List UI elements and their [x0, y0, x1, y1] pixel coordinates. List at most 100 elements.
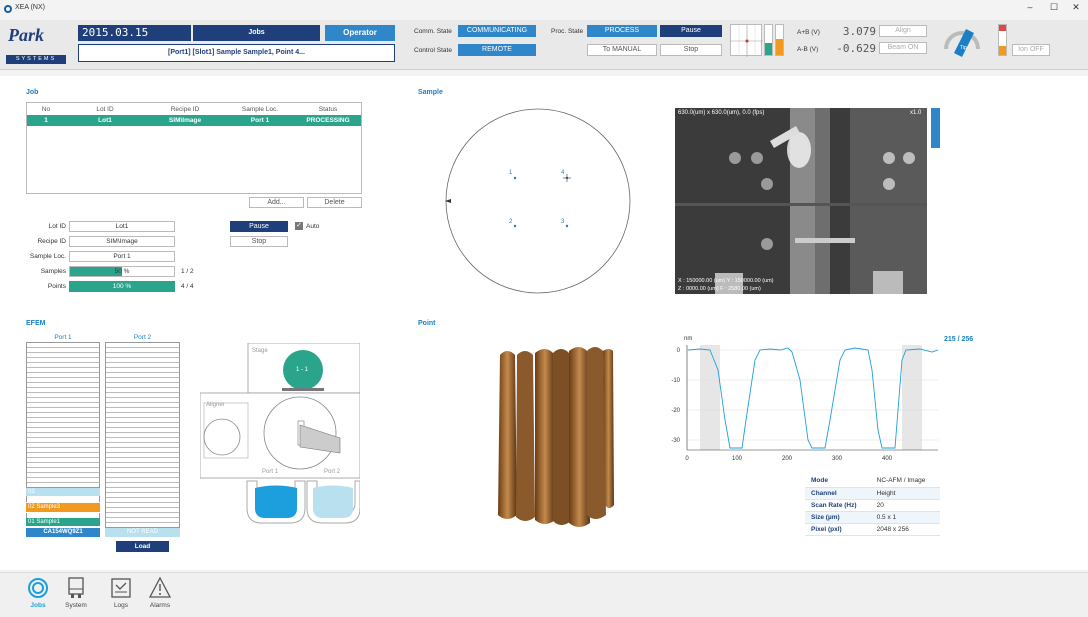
nav-logs[interactable]: Logs: [103, 577, 139, 617]
add-job-button[interactable]: Add...: [249, 197, 304, 208]
alignment-crosshair: [730, 24, 763, 57]
camera-scroll-indicator[interactable]: [931, 108, 940, 148]
align-button[interactable]: Align: [879, 25, 927, 37]
table-row[interactable]: 1 Lot1 SIM\Image Port 1 PROCESSING: [27, 115, 361, 126]
aligner-label: Aligner: [206, 402, 225, 408]
points-count: 4 / 4: [181, 283, 194, 290]
load-button[interactable]: Load: [116, 541, 169, 552]
samples-label: Samples: [40, 268, 66, 275]
nav-system[interactable]: System: [58, 577, 94, 617]
delete-job-button[interactable]: Delete: [307, 197, 362, 208]
wafer-map[interactable]: 1 4 2 3: [445, 108, 631, 294]
port1-slot-02[interactable]: 02 Sample3: [26, 503, 100, 512]
param-key: Mode: [805, 475, 871, 488]
stage-port2-label: Port 2: [324, 469, 341, 475]
control-state-value: REMOTE: [458, 44, 536, 56]
recipe-id-label: Recipe ID: [37, 238, 66, 245]
nav-alarms[interactable]: Alarms: [142, 576, 178, 617]
x-tick: 100: [732, 456, 743, 462]
recipe-id-field[interactable]: SIM\Image: [69, 236, 175, 247]
bottom-nav: Jobs System Logs Alarms: [0, 572, 1088, 617]
param-value: 20: [870, 499, 940, 512]
camera-zoom: x1.0: [910, 110, 922, 116]
title-bar: XEA (NX) – ☐ ✕: [0, 0, 1088, 20]
control-state-label: Control State: [414, 47, 452, 54]
tip-label: Tip: [960, 45, 967, 51]
brand-sub: SYSTEMS: [6, 55, 66, 64]
header-stop-button[interactable]: Stop: [660, 44, 722, 56]
sample-loc-label: Sample Loc.: [29, 253, 66, 260]
header-pause-button[interactable]: Pause: [660, 25, 722, 37]
x-tick: 300: [832, 456, 843, 462]
param-key: Channel: [805, 487, 871, 500]
alarms-icon: [148, 576, 172, 599]
port1-slot-01[interactable]: 01 Sample1: [26, 518, 100, 526]
camera-caption: 630.0(um) x 630.0(um), 0.0 (fps): [678, 110, 765, 116]
cell-lot: Lot1: [98, 117, 112, 124]
nav-label: Alarms: [149, 602, 171, 609]
stage-port1-label: Port 1: [262, 469, 279, 475]
col-loc: Sample Loc.: [241, 105, 279, 113]
close-button[interactable]: ✕: [1066, 2, 1086, 16]
y-tick: 0: [677, 348, 681, 354]
nav-jobs[interactable]: Jobs: [20, 577, 56, 617]
job-pause-button[interactable]: Pause: [230, 221, 288, 232]
port1-slots[interactable]: [26, 342, 100, 488]
tip-gauge-icon[interactable]: Tip: [942, 23, 982, 59]
comm-state-label: Comm. State: [414, 28, 452, 35]
x-tick: 0: [685, 456, 689, 462]
port1-carrier-id: CA154WQ9Z1: [26, 528, 100, 537]
camera-coord-2: Z : 0000.00 (um) F : 2580.00 (um): [678, 286, 761, 292]
port1-label: Port 1: [54, 334, 72, 341]
x-tick: 400: [882, 456, 893, 462]
param-key: Size (µm): [805, 511, 871, 524]
cell-loc: Port 1: [250, 117, 270, 124]
ion-off-button[interactable]: Ion OFF: [1012, 44, 1050, 56]
job-panel-title: Job: [26, 89, 39, 96]
jobs-header-button[interactable]: Jobs: [193, 25, 320, 41]
proc-state-value: PROCESS: [587, 25, 657, 37]
header-bar: Park SYSTEMS 2015.03.15 17:36:47 Jobs Op…: [0, 20, 1088, 70]
to-manual-button[interactable]: To MANUAL: [587, 44, 657, 56]
param-value: Height: [870, 487, 940, 500]
y-tick: -10: [671, 378, 680, 384]
signal-bar-green: [764, 24, 773, 56]
maximize-button[interactable]: ☐: [1044, 2, 1064, 16]
auto-label: Auto: [306, 223, 320, 230]
3d-topography-view[interactable]: [495, 345, 615, 530]
col-status: Status: [318, 105, 338, 113]
comm-state-value: COMMUNICATING: [458, 25, 536, 37]
samples-progress-text: 50 %: [114, 268, 130, 275]
system-icon: [65, 577, 87, 599]
cell-no: 1: [44, 117, 48, 124]
datetime-display: 2015.03.15 17:36:47: [78, 25, 191, 55]
camera-coord-1: X : 150000.00 (um) Y : 150000.00 (um): [678, 278, 774, 284]
apb-label: A+B (V): [797, 29, 820, 36]
port1-slot-gap: [26, 496, 100, 502]
amb-value: -0.629: [836, 42, 876, 55]
stage-label: Stage: [252, 348, 268, 354]
proc-state-label: Proc. State: [551, 28, 584, 35]
param-key: Pixel (pxl): [805, 523, 871, 536]
apb-value: 3.079: [842, 25, 876, 38]
nav-label: Jobs: [30, 602, 46, 609]
col-lot: Lot ID: [96, 105, 114, 113]
operator-button[interactable]: Operator: [325, 25, 395, 41]
auto-checkbox[interactable]: ✓: [295, 222, 303, 230]
minimize-button[interactable]: –: [1020, 2, 1040, 16]
job-status-bar: [Port1] [Slot1] Sample Sample1, Point 4.…: [78, 44, 395, 62]
job-stop-button[interactable]: Stop: [230, 236, 288, 247]
port2-slots[interactable]: [105, 342, 180, 528]
lot-id-field[interactable]: Lot1: [69, 221, 175, 232]
sample-loc-field[interactable]: Port 1: [69, 251, 175, 262]
port1-slot-03[interactable]: 03: [26, 488, 100, 496]
window-title: XEA (NX): [15, 4, 45, 11]
points-progress: 100 %: [69, 281, 175, 292]
param-value: 2048 x 256: [870, 523, 940, 536]
profile-chart[interactable]: 0 -10 -20 -30 0 100 200 300 400: [670, 340, 940, 465]
app-icon: [4, 5, 12, 13]
camera-view[interactable]: 630.0(um) x 630.0(um), 0.0 (fps) x1.0 X …: [675, 108, 927, 294]
brand-text: Park: [8, 25, 44, 45]
beam-on-button[interactable]: Beam ON: [879, 42, 927, 54]
ion-bar: [998, 24, 1007, 56]
